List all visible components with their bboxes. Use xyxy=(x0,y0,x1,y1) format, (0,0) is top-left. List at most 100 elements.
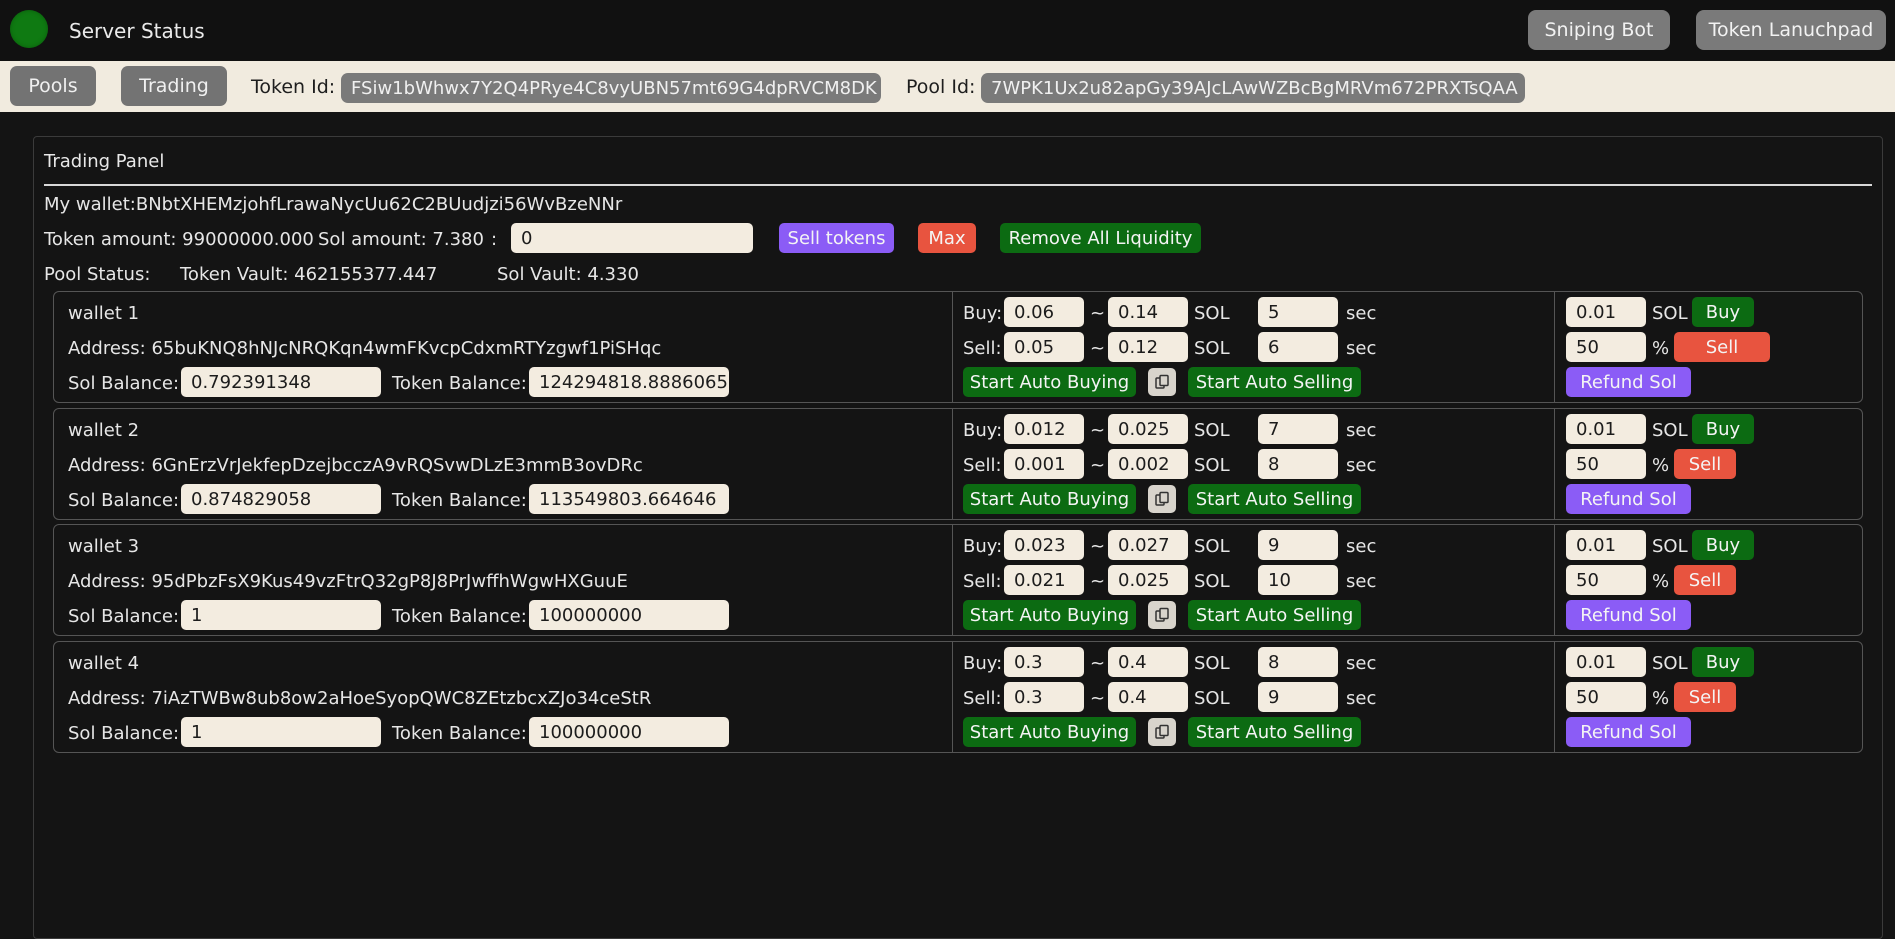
wallet-name: wallet 2 xyxy=(68,420,140,441)
sell-percent-input[interactable]: 50 xyxy=(1566,565,1646,595)
wallet-card-3: wallet 3 Address: 95dPbzFsX9Kus49vzFtrQ3… xyxy=(53,524,1863,636)
buy-max-input[interactable]: 0.14 xyxy=(1108,297,1188,327)
sec-unit: sec xyxy=(1346,688,1377,709)
sol-balance-field[interactable]: 1 xyxy=(181,717,381,747)
sell-percent-input[interactable]: 50 xyxy=(1566,449,1646,479)
sol-vault: Sol Vault: 4.330 xyxy=(497,264,639,285)
buy-interval-input[interactable]: 5 xyxy=(1258,297,1338,327)
buy-min-input[interactable]: 0.023 xyxy=(1004,530,1084,560)
token-balance-field[interactable]: 113549803.664646 xyxy=(529,484,729,514)
copy-button[interactable] xyxy=(1148,368,1176,396)
copy-button[interactable] xyxy=(1148,601,1176,629)
token-vault: Token Vault: 462155377.447 xyxy=(180,264,438,285)
sell-max-input[interactable]: 0.4 xyxy=(1108,682,1188,712)
sol-balance-field[interactable]: 1 xyxy=(181,600,381,630)
buy-max-input[interactable]: 0.025 xyxy=(1108,414,1188,444)
token-id-value[interactable]: FSiw1bWhwx7Y2Q4PRye4C8vyUBN57mt69G4dpRVC… xyxy=(341,73,881,103)
refund-sol-button[interactable]: Refund Sol xyxy=(1566,717,1691,747)
buy-amount-input[interactable]: 0.01 xyxy=(1566,530,1646,560)
buy-interval-input[interactable]: 9 xyxy=(1258,530,1338,560)
start-auto-buying-button[interactable]: Start Auto Buying xyxy=(963,600,1136,630)
sell-tokens-input[interactable]: 0 xyxy=(511,223,753,253)
sell-min-input[interactable]: 0.001 xyxy=(1004,449,1084,479)
buy-button[interactable]: Buy xyxy=(1692,647,1754,677)
sell-percent-input[interactable]: 50 xyxy=(1566,332,1646,362)
wallet-name: wallet 1 xyxy=(68,303,140,324)
buy-button[interactable]: Buy xyxy=(1692,530,1754,560)
sell-min-input[interactable]: 0.3 xyxy=(1004,682,1084,712)
start-auto-selling-button[interactable]: Start Auto Selling xyxy=(1188,367,1361,397)
buy-min-input[interactable]: 0.06 xyxy=(1004,297,1084,327)
start-auto-buying-button[interactable]: Start Auto Buying xyxy=(963,367,1136,397)
wallet-divider xyxy=(952,642,953,752)
refund-sol-button[interactable]: Refund Sol xyxy=(1566,600,1691,630)
max-button[interactable]: Max xyxy=(918,223,976,253)
sec-unit: sec xyxy=(1346,338,1377,359)
tab-trading[interactable]: Trading xyxy=(121,66,227,106)
navigation-bar: Pools Trading Token Id: FSiw1bWhwx7Y2Q4P… xyxy=(0,61,1895,112)
tab-pools[interactable]: Pools xyxy=(10,66,96,106)
sol-unit: SOL xyxy=(1194,536,1230,557)
tilde-separator: ~ xyxy=(1090,420,1106,441)
start-auto-buying-button[interactable]: Start Auto Buying xyxy=(963,484,1136,514)
start-auto-buying-button[interactable]: Start Auto Buying xyxy=(963,717,1136,747)
sec-unit: sec xyxy=(1346,536,1377,557)
copy-button[interactable] xyxy=(1148,485,1176,513)
buy-max-input[interactable]: 0.4 xyxy=(1108,647,1188,677)
sell-button[interactable]: Sell xyxy=(1674,565,1736,595)
sell-button[interactable]: Sell xyxy=(1674,332,1770,362)
pool-id-value[interactable]: 7WPK1Ux2u82apGy39AJcLAwWZBcBgMRVm672PRXT… xyxy=(981,73,1525,103)
wallet-name: wallet 3 xyxy=(68,536,140,557)
sell-interval-input[interactable]: 8 xyxy=(1258,449,1338,479)
sell-tokens-button[interactable]: Sell tokens xyxy=(779,223,894,253)
start-auto-selling-button[interactable]: Start Auto Selling xyxy=(1188,600,1361,630)
buy-amount-input[interactable]: 0.01 xyxy=(1566,647,1646,677)
refund-sol-button[interactable]: Refund Sol xyxy=(1566,367,1691,397)
buy-button[interactable]: Buy xyxy=(1692,414,1754,444)
wallet-divider xyxy=(1554,409,1555,519)
token-balance-field[interactable]: 124294818.8886065 xyxy=(529,367,729,397)
buy-amount-input[interactable]: 0.01 xyxy=(1566,297,1646,327)
sec-unit: sec xyxy=(1346,303,1377,324)
token-amount: Token amount: 99000000.000 xyxy=(44,229,314,250)
tilde-separator: ~ xyxy=(1090,571,1106,592)
copy-button[interactable] xyxy=(1148,718,1176,746)
buy-amount-input[interactable]: 0.01 xyxy=(1566,414,1646,444)
buy-interval-input[interactable]: 7 xyxy=(1258,414,1338,444)
buy-interval-input[interactable]: 8 xyxy=(1258,647,1338,677)
start-auto-selling-button[interactable]: Start Auto Selling xyxy=(1188,484,1361,514)
token-balance-field[interactable]: 100000000 xyxy=(529,717,729,747)
buy-max-input[interactable]: 0.027 xyxy=(1108,530,1188,560)
sell-percent-input[interactable]: 50 xyxy=(1566,682,1646,712)
sol-balance-field[interactable]: 0.792391348 xyxy=(181,367,381,397)
sniping-bot-button[interactable]: Sniping Bot xyxy=(1528,10,1670,50)
sec-unit: sec xyxy=(1346,653,1377,674)
token-launchpad-button[interactable]: Token Lanuchpad xyxy=(1696,10,1886,50)
sell-max-input[interactable]: 0.002 xyxy=(1108,449,1188,479)
token-balance-field[interactable]: 100000000 xyxy=(529,600,729,630)
buy-min-input[interactable]: 0.3 xyxy=(1004,647,1084,677)
wallet-name: wallet 4 xyxy=(68,653,140,674)
sell-min-input[interactable]: 0.05 xyxy=(1004,332,1084,362)
remove-all-liquidity-button[interactable]: Remove All Liquidity xyxy=(1000,223,1201,253)
buy-min-input[interactable]: 0.012 xyxy=(1004,414,1084,444)
sell-button[interactable]: Sell xyxy=(1674,449,1736,479)
buy-range-label: Buy: xyxy=(963,536,1003,557)
refund-sol-button[interactable]: Refund Sol xyxy=(1566,484,1691,514)
sell-min-input[interactable]: 0.021 xyxy=(1004,565,1084,595)
sell-max-input[interactable]: 0.12 xyxy=(1108,332,1188,362)
sell-button[interactable]: Sell xyxy=(1674,682,1736,712)
sell-interval-input[interactable]: 6 xyxy=(1258,332,1338,362)
buy-button[interactable]: Buy xyxy=(1692,297,1754,327)
sol-balance-field[interactable]: 0.874829058 xyxy=(181,484,381,514)
copy-icon xyxy=(1155,724,1169,739)
sell-max-input[interactable]: 0.025 xyxy=(1108,565,1188,595)
sell-interval-input[interactable]: 10 xyxy=(1258,565,1338,595)
start-auto-selling-button[interactable]: Start Auto Selling xyxy=(1188,717,1361,747)
buy-range-label: Buy: xyxy=(963,653,1003,674)
sol-unit: SOL xyxy=(1194,303,1230,324)
percent-unit: % xyxy=(1652,338,1670,359)
tilde-separator: ~ xyxy=(1090,536,1106,557)
sell-interval-input[interactable]: 9 xyxy=(1258,682,1338,712)
colon-separator: : xyxy=(491,229,498,250)
